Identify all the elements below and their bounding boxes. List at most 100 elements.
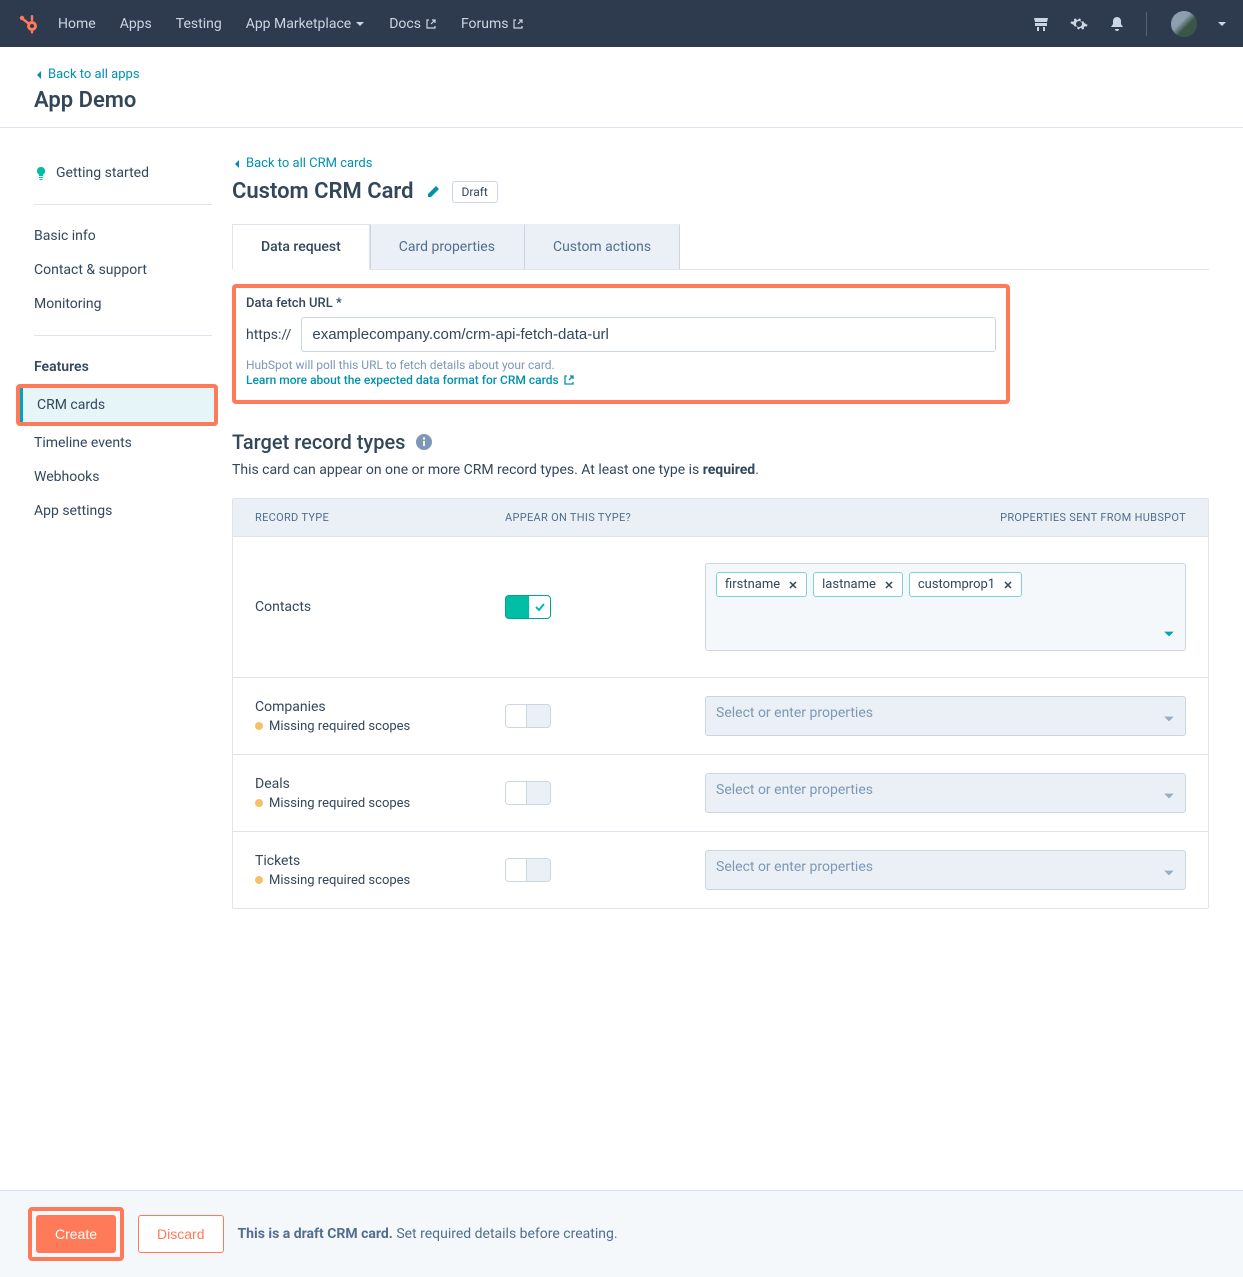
sidebar-webhooks[interactable]: Webhooks xyxy=(34,460,232,494)
page-header: Back to all apps App Demo xyxy=(0,47,1243,128)
appear-toggle-tickets[interactable] xyxy=(505,858,551,882)
remove-tag-button[interactable] xyxy=(884,580,894,590)
properties-select-deals: Select or enter properties xyxy=(705,773,1186,813)
tab-data-request[interactable]: Data request xyxy=(232,224,370,270)
fetch-url-help-text: HubSpot will poll this URL to fetch deta… xyxy=(246,358,996,372)
target-record-types-section: Target record types This card can appear… xyxy=(232,430,1209,909)
marketplace-icon[interactable] xyxy=(1032,15,1050,33)
nav-app-marketplace[interactable]: App Marketplace xyxy=(246,16,366,32)
top-nav: Home Apps Testing App Marketplace Docs F… xyxy=(0,0,1243,47)
placeholder-text: Select or enter properties xyxy=(716,859,873,875)
table-row-companies: Companies Missing required scopes Select… xyxy=(233,677,1208,754)
highlight-create-button: Create xyxy=(28,1207,124,1261)
topnav-links: Home Apps Testing App Marketplace Docs F… xyxy=(58,16,524,32)
table-header: RECORD TYPE APPEAR ON THIS TYPE? PROPERT… xyxy=(233,499,1208,536)
dropdown-caret-icon xyxy=(1163,628,1175,640)
property-tag: customprop1 xyxy=(909,572,1022,597)
properties-select-tickets: Select or enter properties xyxy=(705,850,1186,890)
check-icon xyxy=(534,601,546,613)
properties-select-contacts[interactable]: firstname lastname customprop1 xyxy=(705,563,1186,651)
create-button[interactable]: Create xyxy=(36,1215,116,1253)
pencil-icon xyxy=(426,185,440,199)
appear-toggle-contacts[interactable] xyxy=(505,595,551,619)
dropdown-caret-icon xyxy=(1163,713,1175,725)
record-types-table: RECORD TYPE APPEAR ON THIS TYPE? PROPERT… xyxy=(232,498,1209,909)
sidebar-timeline-events[interactable]: Timeline events xyxy=(34,426,232,460)
info-tooltip-button[interactable] xyxy=(415,433,433,451)
sidebar-basic-info[interactable]: Basic info xyxy=(34,219,232,253)
url-prefix: https:// xyxy=(246,327,291,343)
sidebar-getting-started[interactable]: Getting started xyxy=(34,156,232,190)
col-properties: PROPERTIES SENT FROM HUBSPOT xyxy=(705,511,1186,524)
property-tag: firstname xyxy=(716,572,807,597)
sidebar-contact-support[interactable]: Contact & support xyxy=(34,253,232,287)
nav-apps[interactable]: Apps xyxy=(120,16,152,32)
edit-title-button[interactable] xyxy=(426,185,440,199)
lightbulb-icon xyxy=(34,166,48,180)
page-title: App Demo xyxy=(34,88,1209,113)
account-menu-caret[interactable] xyxy=(1217,19,1227,29)
scope-warning: Missing required scopes xyxy=(255,873,505,888)
table-row-deals: Deals Missing required scopes Select or … xyxy=(233,754,1208,831)
info-icon xyxy=(415,433,433,451)
highlight-data-fetch-url: Data fetch URL * https:// HubSpot will p… xyxy=(232,284,1010,404)
divider xyxy=(34,335,212,336)
scope-warning: Missing required scopes xyxy=(255,719,505,734)
col-record-type: RECORD TYPE xyxy=(255,511,505,524)
back-link-label: Back to all CRM cards xyxy=(246,156,372,171)
nav-testing[interactable]: Testing xyxy=(176,16,222,32)
record-type-name: Contacts xyxy=(255,599,505,615)
appear-toggle-companies[interactable] xyxy=(505,704,551,728)
placeholder-text: Select or enter properties xyxy=(716,705,873,721)
main-content: Back to all CRM cards Custom CRM Card Dr… xyxy=(232,128,1243,909)
highlight-crm-cards: CRM cards xyxy=(16,384,218,426)
dropdown-caret-icon xyxy=(1163,867,1175,879)
draft-badge: Draft xyxy=(452,181,498,203)
nav-docs[interactable]: Docs xyxy=(389,16,437,32)
record-type-name: Tickets xyxy=(255,853,505,869)
avatar[interactable] xyxy=(1171,11,1197,37)
footer-bar: Create Discard This is a draft CRM card.… xyxy=(0,1190,1243,1277)
nav-home[interactable]: Home xyxy=(58,16,96,32)
sidebar-app-settings[interactable]: App settings xyxy=(34,494,232,528)
property-tag: lastname xyxy=(813,572,903,597)
table-row-tickets: Tickets Missing required scopes Select o… xyxy=(233,831,1208,908)
learn-more-link[interactable]: Learn more about the expected data forma… xyxy=(246,373,575,387)
remove-tag-button[interactable] xyxy=(1003,580,1013,590)
nav-divider xyxy=(1146,12,1147,36)
warning-dot-icon xyxy=(255,876,263,884)
back-to-all-apps-link[interactable]: Back to all apps xyxy=(34,67,1209,82)
hubspot-logo-icon xyxy=(16,12,40,36)
chevron-left-icon xyxy=(232,159,242,169)
external-link-icon xyxy=(563,374,575,386)
remove-tag-button[interactable] xyxy=(788,580,798,590)
data-fetch-url-label: Data fetch URL * xyxy=(246,296,996,311)
back-to-crm-cards-link[interactable]: Back to all CRM cards xyxy=(232,156,1209,171)
crm-card-title: Custom CRM Card xyxy=(232,179,414,204)
divider xyxy=(34,204,212,205)
sidebar: Getting started Basic info Contact & sup… xyxy=(0,128,232,909)
tab-card-properties[interactable]: Card properties xyxy=(370,224,524,269)
data-fetch-url-input[interactable] xyxy=(301,317,996,352)
sidebar-crm-cards[interactable]: CRM cards xyxy=(20,388,214,422)
bell-icon[interactable] xyxy=(1108,15,1126,33)
warning-dot-icon xyxy=(255,799,263,807)
section-title: Target record types xyxy=(232,430,405,454)
external-link-icon xyxy=(512,18,524,30)
gear-icon[interactable] xyxy=(1070,15,1088,33)
dropdown-caret-icon xyxy=(1163,790,1175,802)
sidebar-item-label: Getting started xyxy=(56,165,149,181)
tab-custom-actions[interactable]: Custom actions xyxy=(524,224,680,269)
sidebar-monitoring[interactable]: Monitoring xyxy=(34,287,232,321)
appear-toggle-deals[interactable] xyxy=(505,781,551,805)
section-description: This card can appear on one or more CRM … xyxy=(232,462,1209,478)
nav-forums[interactable]: Forums xyxy=(461,16,525,32)
external-link-icon xyxy=(425,18,437,30)
col-appear: APPEAR ON THIS TYPE? xyxy=(505,511,705,524)
warning-dot-icon xyxy=(255,722,263,730)
footer-status-text: This is a draft CRM card. Set required d… xyxy=(238,1226,618,1242)
sidebar-features-heading: Features xyxy=(34,350,232,384)
record-type-name: Companies xyxy=(255,699,505,715)
discard-button[interactable]: Discard xyxy=(138,1215,223,1253)
scope-warning: Missing required scopes xyxy=(255,796,505,811)
